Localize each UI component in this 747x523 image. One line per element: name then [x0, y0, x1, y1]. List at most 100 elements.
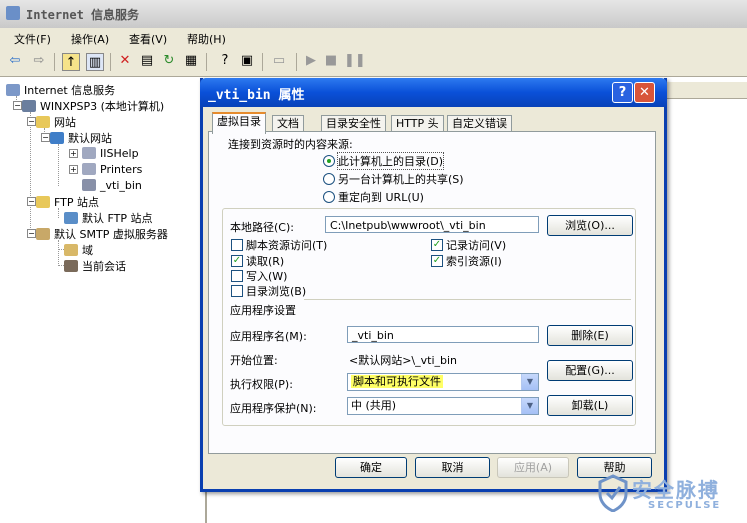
tree-item-sessions[interactable]: 当前会话: [64, 258, 126, 274]
close-button[interactable]: ✕: [634, 82, 655, 103]
tree-item-websites[interactable]: 网站: [36, 114, 76, 130]
checkbox-log-visits-label[interactable]: 记录访问(V): [446, 237, 506, 253]
remove-button[interactable]: 删除(E): [547, 325, 633, 346]
refresh-icon[interactable]: ↻: [160, 52, 178, 70]
tree-item-default-ftp[interactable]: 默认 FTP 站点: [64, 210, 152, 226]
checkbox-write-label[interactable]: 写入(W): [246, 268, 287, 284]
config-button[interactable]: 配置(G)...: [547, 360, 633, 381]
exec-perm-select[interactable]: 脚本和可执行文件 ▼: [347, 373, 539, 391]
tab-directory-security[interactable]: 目录安全性: [321, 115, 386, 132]
tree-expander[interactable]: −: [41, 133, 50, 142]
iis-app-icon: [6, 6, 20, 20]
tree-item-printers[interactable]: Printers: [82, 163, 142, 176]
help-icon[interactable]: ?: [216, 52, 234, 70]
radio-local-dir-label[interactable]: 此计算机上的目录(D): [336, 152, 445, 170]
exec-perm-value: 脚本和可执行文件: [351, 375, 443, 388]
forward-icon[interactable]: ⇨: [30, 52, 48, 70]
app-name-label: 应用程序名(M):: [230, 330, 307, 343]
checkbox-write[interactable]: [231, 270, 243, 282]
console-icon[interactable]: ▣: [238, 52, 256, 70]
stop-icon[interactable]: ■: [322, 52, 340, 70]
up-icon[interactable]: ↑: [62, 53, 80, 71]
domain-icon: [64, 244, 78, 256]
local-path-input[interactable]: C:\Inetpub\wwwroot\_vti_bin: [325, 216, 539, 233]
browse-button[interactable]: 浏览(O)...: [547, 215, 633, 236]
app-protect-select[interactable]: 中 (共用) ▼: [347, 397, 539, 415]
session-icon: [64, 260, 78, 272]
main-titlebar: Internet 信息服务: [0, 0, 747, 29]
tree-item-vti-bin[interactable]: _vti_bin: [82, 179, 142, 192]
tab-http-headers[interactable]: HTTP 头: [391, 115, 444, 132]
menu-action[interactable]: 操作(A): [71, 31, 109, 47]
properties-icon[interactable]: ▤: [138, 52, 156, 70]
menu-view[interactable]: 查看(V): [129, 31, 167, 47]
start-point-value: <默认网站>\_vti_bin: [349, 354, 458, 367]
menu-bar: 文件(F) 操作(A) 查看(V) 帮助(H): [0, 28, 747, 48]
tree-item-smtp[interactable]: 默认 SMTP 虚拟服务器: [36, 226, 168, 242]
tree-item-iis[interactable]: Internet 信息服务: [6, 82, 115, 98]
divider: [304, 299, 631, 300]
tree-expander[interactable]: −: [13, 101, 22, 110]
checkbox-log-visits[interactable]: ✓: [431, 239, 443, 251]
watermark-sub: SECPULSE: [648, 500, 722, 511]
tree-item-ftp[interactable]: FTP 站点: [36, 194, 99, 210]
tree-expander[interactable]: −: [27, 229, 36, 238]
pause-icon[interactable]: ❚❚: [344, 52, 366, 70]
menu-file[interactable]: 文件(F): [14, 31, 51, 47]
back-icon[interactable]: ⇦: [6, 52, 24, 70]
chevron-down-icon[interactable]: ▼: [521, 374, 538, 390]
radio-network-share[interactable]: [323, 173, 335, 185]
tree-item-default-site[interactable]: 默认网站: [50, 130, 112, 146]
checkbox-read-label[interactable]: 读取(R): [246, 253, 284, 269]
menu-help[interactable]: 帮助(H): [187, 31, 226, 47]
radio-redirect-url[interactable]: [323, 191, 335, 203]
folder-icon: [36, 196, 50, 208]
watermark: 安全脉搏 SECPULSE: [598, 474, 738, 516]
ok-button[interactable]: 确定: [335, 457, 407, 478]
tree-expander[interactable]: −: [27, 197, 36, 206]
checkbox-index-resource[interactable]: ✓: [431, 255, 443, 267]
tab-documents[interactable]: 文档: [272, 115, 304, 132]
shield-icon: [598, 474, 628, 512]
delete-icon[interactable]: ✕: [116, 52, 134, 70]
main-window-title: Internet 信息服务: [26, 8, 140, 22]
cancel-button[interactable]: 取消: [415, 457, 490, 478]
tab-virtual-directory[interactable]: 虚拟目录: [212, 112, 266, 134]
tree-expander[interactable]: +: [69, 149, 78, 158]
show-tree-icon[interactable]: ▥: [86, 53, 104, 71]
checkbox-index-resource-label[interactable]: 索引资源(I): [446, 253, 502, 269]
app-name-input[interactable]: _vti_bin: [347, 326, 539, 343]
ftp-site-icon: [64, 212, 78, 224]
radio-local-dir[interactable]: [323, 155, 335, 167]
local-path-label: 本地路径(C):: [230, 221, 294, 234]
virtual-dir-icon: [82, 163, 96, 175]
app-settings-label: 应用程序设置: [230, 304, 296, 317]
chevron-down-icon[interactable]: ▼: [521, 398, 538, 414]
radio-redirect-url-label[interactable]: 重定向到 URL(U): [338, 189, 424, 205]
app-protect-label: 应用程序保护(N):: [230, 402, 317, 415]
computer-icon[interactable]: ▭: [270, 52, 288, 70]
website-icon: [50, 132, 64, 144]
checkbox-script-source[interactable]: [231, 239, 243, 251]
unload-button[interactable]: 卸载(L): [547, 395, 633, 416]
tree-item-computer[interactable]: WINXPSP3 (本地计算机): [22, 98, 164, 114]
help-caption-button[interactable]: ?: [612, 82, 633, 103]
tree-item-iishelp[interactable]: IISHelp: [82, 147, 139, 160]
checkbox-dir-browse[interactable]: [231, 285, 243, 297]
content-source-label: 连接到资源时的内容来源:: [228, 138, 353, 151]
watermark-brand: 安全脉搏: [632, 478, 720, 502]
tree-expander[interactable]: +: [69, 165, 78, 174]
tree-item-domains[interactable]: 域: [64, 242, 93, 258]
checkbox-script-source-label[interactable]: 脚本资源访问(T): [246, 237, 327, 253]
apply-button[interactable]: 应用(A): [497, 457, 569, 478]
computer-icon: [22, 100, 36, 112]
checkbox-dir-browse-label[interactable]: 目录浏览(B): [246, 283, 306, 299]
dialog-titlebar: _vti_bin 属性 ? ✕: [200, 78, 667, 107]
export-icon[interactable]: ▦: [182, 52, 200, 70]
tab-custom-errors[interactable]: 自定义错误: [447, 115, 512, 132]
start-icon[interactable]: ▶: [302, 52, 320, 70]
checkbox-read[interactable]: ✓: [231, 255, 243, 267]
radio-network-share-label[interactable]: 另一台计算机上的共享(S): [338, 171, 464, 187]
start-point-label: 开始位置:: [230, 354, 278, 367]
tree-expander[interactable]: −: [27, 117, 36, 126]
